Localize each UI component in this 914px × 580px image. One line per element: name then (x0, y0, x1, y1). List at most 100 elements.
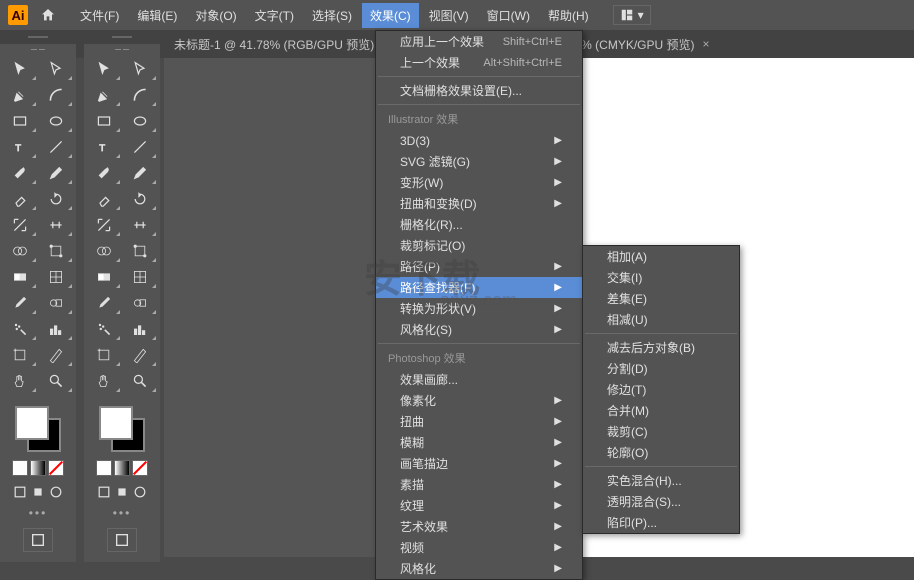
menu-item[interactable]: 应用上一个效果Shift+Ctrl+E (376, 31, 582, 52)
menu-item[interactable]: 效果画廊... (376, 369, 582, 390)
eyedropper-tool[interactable] (86, 290, 122, 316)
menu-item[interactable]: 风格化(S)▶ (376, 319, 582, 340)
fill-stroke-swatch[interactable] (99, 406, 145, 452)
menu-item[interactable]: 相减(U) (583, 309, 739, 330)
edit-toolbar-button[interactable] (107, 528, 137, 552)
draw-normal-icon[interactable] (12, 484, 28, 500)
artboard-tool[interactable] (86, 342, 122, 368)
panel-grip[interactable] (84, 44, 160, 54)
menu-item[interactable]: 3D(3)▶ (376, 130, 582, 151)
selection-tool[interactable] (2, 56, 38, 82)
line-tool[interactable] (122, 134, 158, 160)
menu-item[interactable]: 透明混合(S)... (583, 491, 739, 512)
slice-tool[interactable] (38, 342, 74, 368)
menu-f[interactable]: 文件(F) (72, 3, 127, 28)
menu-e[interactable]: 编辑(E) (129, 3, 185, 28)
shape-builder-tool[interactable] (86, 238, 122, 264)
menu-item[interactable]: 文档栅格效果设置(E)... (376, 80, 582, 101)
shape-builder-tool[interactable] (2, 238, 38, 264)
menu-item[interactable]: 扭曲和变换(D)▶ (376, 193, 582, 214)
mesh-tool[interactable] (38, 264, 74, 290)
curvature-tool[interactable] (122, 82, 158, 108)
ellipse-tool[interactable] (38, 108, 74, 134)
gradient-tool[interactable] (86, 264, 122, 290)
menu-item[interactable]: 相加(A) (583, 246, 739, 267)
selection-tool[interactable] (86, 56, 122, 82)
fill-stroke-swatch[interactable] (15, 406, 61, 452)
eyedropper-tool[interactable] (2, 290, 38, 316)
menu-item[interactable]: 转换为形状(V)▶ (376, 298, 582, 319)
draw-inside-icon[interactable] (48, 484, 64, 500)
fill-color[interactable] (99, 406, 133, 440)
more-tools[interactable]: ••• (6, 506, 70, 520)
workspace-switcher[interactable]: ▾ (613, 5, 651, 25)
menu-item[interactable]: 扭曲▶ (376, 411, 582, 432)
rectangle-tool[interactable] (2, 108, 38, 134)
menu-v[interactable]: 视图(V) (421, 3, 477, 28)
menu-item[interactable]: 裁剪标记(O) (376, 235, 582, 256)
panel-tab[interactable] (84, 30, 160, 44)
scale-tool[interactable] (2, 212, 38, 238)
free-transform-tool[interactable] (38, 238, 74, 264)
menu-w[interactable]: 窗口(W) (479, 3, 538, 28)
menu-o[interactable]: 对象(O) (187, 3, 244, 28)
color-mode[interactable] (12, 460, 28, 476)
color-mode[interactable] (96, 460, 112, 476)
zoom-tool[interactable] (38, 368, 74, 394)
fill-color[interactable] (15, 406, 49, 440)
menu-item[interactable]: 裁剪(C) (583, 421, 739, 442)
line-tool[interactable] (38, 134, 74, 160)
free-transform-tool[interactable] (122, 238, 158, 264)
blend-tool[interactable] (122, 290, 158, 316)
zoom-tool[interactable] (122, 368, 158, 394)
menu-item[interactable]: 合并(M) (583, 400, 739, 421)
menu-item[interactable]: 修边(T) (583, 379, 739, 400)
menu-item[interactable]: 实色混合(H)... (583, 470, 739, 491)
rotate-tool[interactable] (122, 186, 158, 212)
draw-behind-icon[interactable] (114, 484, 130, 500)
document-tab[interactable]: 未标题-1 @ 41.78% (RGB/GPU 预览)× (164, 32, 399, 57)
eraser-tool[interactable] (86, 186, 122, 212)
draw-behind-icon[interactable] (30, 484, 46, 500)
gradient-mode[interactable] (30, 460, 46, 476)
draw-normal-icon[interactable] (96, 484, 112, 500)
direct-selection-tool[interactable] (122, 56, 158, 82)
hand-tool[interactable] (2, 368, 38, 394)
panel-grip[interactable] (0, 44, 76, 54)
menu-item[interactable]: 减去后方对象(B) (583, 337, 739, 358)
none-mode[interactable] (48, 460, 64, 476)
type-tool[interactable]: T (86, 134, 122, 160)
paintbrush-tool[interactable] (2, 160, 38, 186)
menu-item[interactable]: 纹理▶ (376, 495, 582, 516)
slice-tool[interactable] (122, 342, 158, 368)
menu-item[interactable]: SVG 滤镜(G)▶ (376, 151, 582, 172)
edit-toolbar-button[interactable] (23, 528, 53, 552)
menu-item[interactable]: 路径(P)▶ (376, 256, 582, 277)
pencil-tool[interactable] (122, 160, 158, 186)
pencil-tool[interactable] (38, 160, 74, 186)
menu-item[interactable]: 模糊▶ (376, 432, 582, 453)
rotate-tool[interactable] (38, 186, 74, 212)
width-tool[interactable] (122, 212, 158, 238)
scale-tool[interactable] (86, 212, 122, 238)
hand-tool[interactable] (86, 368, 122, 394)
close-icon[interactable]: × (703, 37, 710, 51)
column-graph-tool[interactable] (38, 316, 74, 342)
menu-item[interactable]: 交集(I) (583, 267, 739, 288)
rectangle-tool[interactable] (86, 108, 122, 134)
gradient-mode[interactable] (114, 460, 130, 476)
direct-selection-tool[interactable] (38, 56, 74, 82)
pen-tool[interactable] (86, 82, 122, 108)
paintbrush-tool[interactable] (86, 160, 122, 186)
eraser-tool[interactable] (2, 186, 38, 212)
menu-item[interactable]: 上一个效果Alt+Shift+Ctrl+E (376, 52, 582, 73)
menu-item[interactable]: 路径查找器(F)▶ (376, 277, 582, 298)
menu-t[interactable]: 文字(T) (247, 3, 302, 28)
type-tool[interactable]: T (2, 134, 38, 160)
ellipse-tool[interactable] (122, 108, 158, 134)
panel-tab[interactable] (0, 30, 76, 44)
pen-tool[interactable] (2, 82, 38, 108)
gradient-tool[interactable] (2, 264, 38, 290)
none-mode[interactable] (132, 460, 148, 476)
width-tool[interactable] (38, 212, 74, 238)
